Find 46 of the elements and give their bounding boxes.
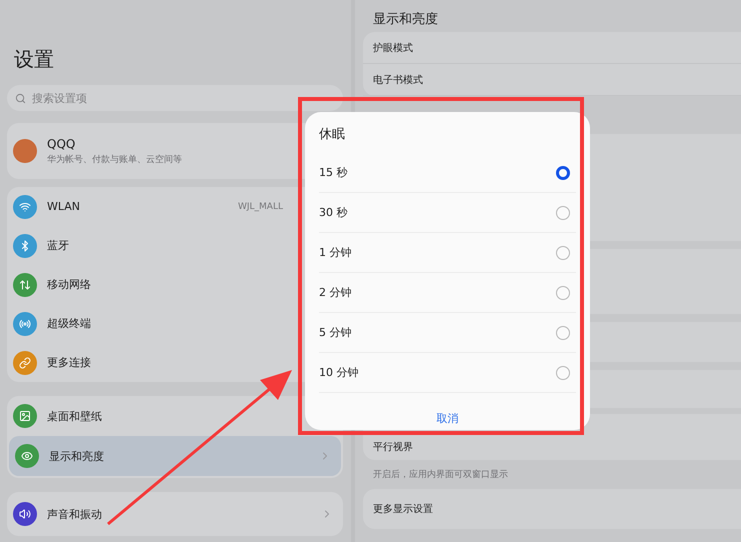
item-label: 移动网络	[47, 277, 91, 292]
setting-row[interactable]: 护眼模式	[363, 32, 741, 64]
radio-option[interactable]: 5 分钟	[319, 313, 576, 353]
account-name: QQQ	[47, 136, 76, 150]
settings-item[interactable]: 显示和亮度	[9, 436, 341, 476]
settings-item[interactable]: 桌面和壁纸	[7, 396, 293, 436]
item-label: WLAN	[47, 200, 80, 213]
radio-button[interactable]	[556, 166, 570, 180]
item-label: 声音和振动	[47, 506, 102, 522]
radio-option[interactable]: 2 分钟	[319, 273, 576, 313]
setting-row[interactable]: 更多显示设置	[363, 489, 741, 529]
settings-title: 设置	[13, 46, 55, 73]
radio-button[interactable]	[556, 206, 570, 220]
item-label: 更多连接	[47, 355, 91, 370]
avatar	[13, 139, 37, 163]
settings-item[interactable]: WLAN WJL_MALL	[7, 187, 293, 226]
radio-button[interactable]	[556, 246, 570, 260]
account-subtitle: 华为帐号、付款与账单、云空间等	[47, 154, 182, 166]
radio-button[interactable]	[556, 286, 570, 300]
settings-item[interactable]: 声音和振动	[7, 492, 343, 536]
settings-item[interactable]: 移动网络	[7, 265, 293, 304]
settings-item[interactable]: 蓝牙	[7, 226, 293, 265]
item-label: 显示和亮度	[49, 448, 104, 464]
option-label: 10 分钟	[319, 365, 358, 380]
option-label: 30 秒	[319, 205, 348, 220]
radio-option[interactable]: 1 分钟	[319, 233, 576, 273]
radio-option[interactable]: 30 秒	[319, 193, 576, 233]
detail-title: 显示和亮度	[372, 11, 439, 28]
setting-row[interactable]: 电子书模式	[363, 64, 741, 96]
search-icon	[15, 92, 26, 104]
item-label: 桌面和壁纸	[47, 408, 102, 424]
radio-option[interactable]: 10 分钟	[319, 353, 576, 393]
option-label: 5 分钟	[319, 325, 352, 340]
dialog-title: 休眠	[319, 126, 346, 144]
cancel-button[interactable]: 取消	[426, 407, 468, 430]
radio-option[interactable]: 15 秒	[319, 153, 576, 193]
settings-item[interactable]: 更多连接	[7, 343, 293, 382]
item-label: 蓝牙	[47, 238, 69, 253]
option-label: 2 分钟	[319, 285, 352, 300]
item-label: 超级终端	[47, 316, 91, 331]
setting-hint: 开启后，应用内界面可双窗口显示	[372, 468, 509, 481]
radio-button[interactable]	[556, 366, 570, 380]
option-label: 1 分钟	[319, 245, 352, 260]
settings-item[interactable]: 超级终端	[7, 304, 293, 343]
item-value: WJL_MALL	[238, 202, 283, 212]
radio-button[interactable]	[556, 326, 570, 340]
